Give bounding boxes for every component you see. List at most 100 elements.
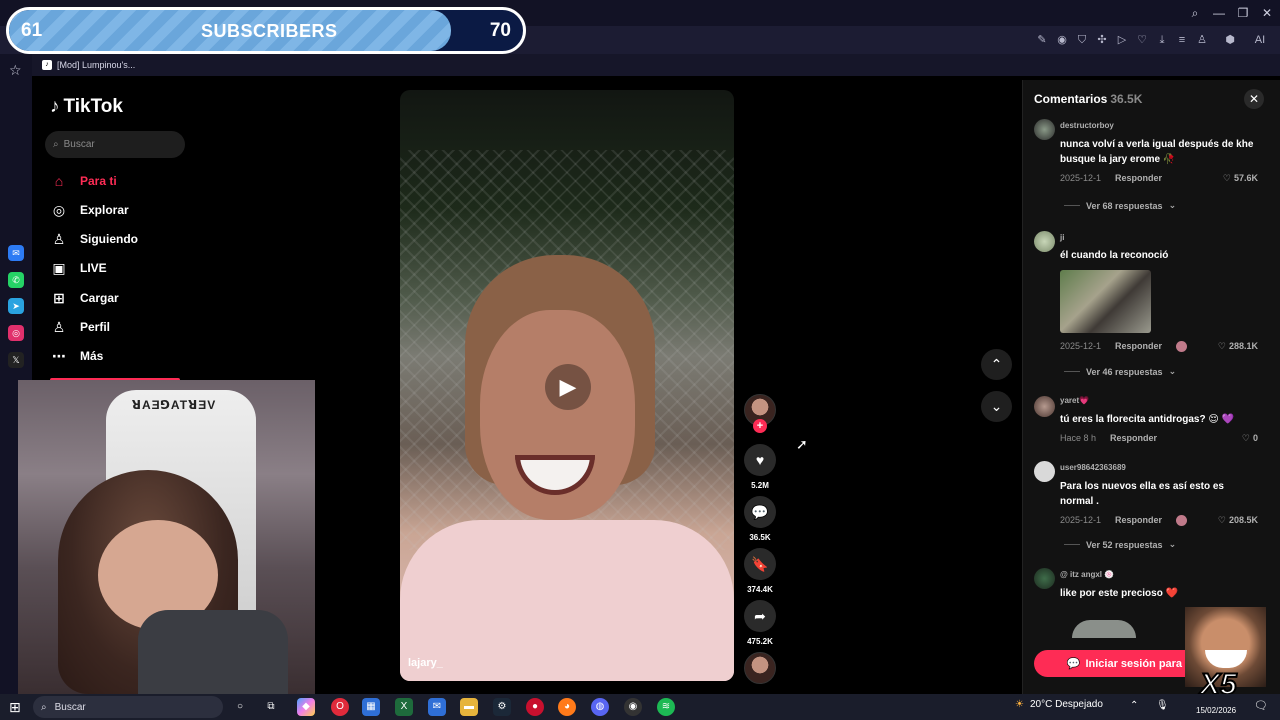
nav-item-explorar[interactable]: ◎ Explorar [50,199,129,221]
play-toolbar-icon[interactable]: ▷ [1113,32,1131,48]
account-icon[interactable]: ♙ [1193,32,1211,48]
reply-button[interactable]: Responder [1115,341,1162,352]
telegram-icon[interactable]: ➤ [8,298,24,314]
nav-item-m-s[interactable]: ⋯ Más [50,345,103,367]
menu-icon[interactable]: ≡ [1173,32,1191,48]
heart-icon: ♥ [755,452,765,468]
reply-button[interactable]: Responder [1110,433,1157,443]
nav-item-para-ti[interactable]: ⌂ Para ti [50,170,117,192]
nav-item-live[interactable]: ▣ LIVE [50,257,107,279]
webcam-overlay: ꓤAƎꓨATꓤƎV [18,380,315,694]
reply-button[interactable]: Responder [1115,515,1162,526]
previous-video-button[interactable]: ⌃ [981,349,1012,380]
comment-image[interactable] [1060,270,1151,333]
like-button[interactable]: ♥ [744,444,776,476]
ai-button[interactable]: AI [1247,32,1273,48]
edit-icon[interactable]: ✎ [1033,32,1051,48]
comment-username[interactable]: @ itz angxl 🍥 [1060,570,1114,579]
comment-like-button[interactable]: ♡ 57.6K [1223,173,1258,184]
whatsapp-icon[interactable]: ✆ [8,272,24,288]
close-comments-button[interactable]: ✕ [1244,89,1264,109]
spotify-icon[interactable]: ≋ [657,698,675,716]
windows-start-icon[interactable]: ⊞ [9,699,21,716]
extension-icon[interactable]: ✣ [1093,32,1111,48]
messenger-icon[interactable]: ✉ [8,245,24,261]
nav-item-siguiendo[interactable]: ♙ Siguiendo [50,228,138,250]
view-replies-button[interactable]: Ver 46 respuestas ⌄ [1064,366,1176,377]
x-icon[interactable]: 𝕏 [8,352,24,368]
mail-icon[interactable]: ✉ [428,698,446,716]
nav-item-label: Siguiendo [80,232,138,246]
comment-button[interactable]: 💬 [744,496,776,528]
microphone-icon[interactable]: 🎙 [1156,700,1169,711]
download-icon[interactable]: ⤓ [1153,32,1171,48]
login-label: Iniciar sesión para c [1085,657,1192,670]
view-replies-button[interactable]: Ver 68 respuestas ⌄ [1064,200,1176,211]
discord-icon[interactable]: ◍ [591,698,609,716]
opera-gx-icon[interactable]: O [331,698,349,716]
nav-item-cargar[interactable]: ⊞ Cargar [50,287,119,309]
restore-button[interactable]: ❐ [1231,4,1255,22]
riot-icon[interactable]: ● [526,698,544,716]
music-disc-avatar[interactable] [744,652,776,684]
commenter-avatar[interactable] [1034,568,1055,589]
camera-icon[interactable]: ◉ [1053,32,1071,48]
store-icon[interactable]: ▦ [362,698,380,716]
commenter-avatar[interactable] [1034,231,1055,252]
comment-bubble-icon: 💬 [1066,658,1081,670]
instagram-icon[interactable]: ◎ [8,325,24,341]
taskbar-search-input[interactable]: ⌕ Buscar [33,696,223,718]
nav-item-perfil[interactable]: ♙ Perfil [50,316,110,338]
firefox-icon[interactable]: ◕ [558,698,576,716]
share-count: 475.2K [747,637,773,646]
play-icon: ▶ [559,374,577,399]
task-view-icon[interactable]: ⧉ [262,698,280,716]
bookmarks-bar [32,54,1280,76]
ai-button-label: AI [1254,34,1266,46]
replies-divider [1064,544,1080,545]
search-icon: ⌕ [53,139,59,150]
search-input[interactable]: ⌕ Buscar [45,131,185,158]
follow-plus-icon[interactable]: + [753,419,767,433]
play-button[interactable]: ▶ [545,364,591,410]
comment-like-button[interactable]: ♡ 208.5K [1218,515,1258,526]
reply-button[interactable]: Responder [1115,173,1162,183]
cube-icon[interactable]: ⬢ [1221,32,1239,48]
heart-outline-icon: ♡ [1217,341,1226,351]
comment-username[interactable]: user98642363689 [1060,463,1126,472]
next-video-button[interactable]: ⌄ [981,391,1012,422]
commenter-avatar[interactable] [1034,119,1055,140]
heart-toolbar-icon[interactable]: ♡ [1133,32,1151,48]
tiktok-logo[interactable]: ♪ TikTok [50,96,123,118]
comment-username[interactable]: destructorboy [1060,121,1114,130]
video-author[interactable]: lajary_ [408,657,443,669]
browser-search-icon[interactable]: ⌕ [1183,4,1207,22]
commenter-avatar[interactable] [1034,396,1055,417]
comment-username[interactable]: yaret💗 [1060,396,1089,405]
close-window-button[interactable]: ✕ [1255,4,1279,22]
minimize-button[interactable]: — [1207,4,1231,22]
cortana-icon[interactable]: ○ [231,698,249,716]
bookmark-item[interactable]: ♪ [Mod] Lumpinou's... [42,57,135,73]
shield-icon[interactable]: ⛉ [1073,32,1091,48]
notification-icon[interactable]: 🗨 [1254,699,1268,712]
obs-icon[interactable]: ◉ [624,698,642,716]
file-explorer-icon[interactable]: ▬ [460,698,478,716]
tray-chevron-icon[interactable]: ⌃ [1130,700,1138,711]
star-icon[interactable]: ☆ [9,62,22,79]
video-person-shirt [400,520,734,681]
comment-like-button[interactable]: ♡ 288.1K [1218,341,1258,352]
share-button[interactable]: ➦ [744,600,776,632]
steam-icon[interactable]: ⚙ [493,698,511,716]
replies-divider [1064,205,1080,206]
comment-username[interactable]: ji [1060,233,1064,242]
save-button[interactable]: 🔖 [744,548,776,580]
comment-like-button[interactable]: ♡ 0 [1242,433,1258,444]
commenter-avatar[interactable] [1034,461,1055,482]
nav-item-label: LIVE [80,261,107,275]
copilot-icon[interactable]: ◆ [297,698,315,716]
weather-widget[interactable]: ☀ 20°C Despejado [1015,699,1103,710]
xbox-icon[interactable]: X [395,698,413,716]
comment-like-count: 57.6K [1233,173,1258,183]
view-replies-button[interactable]: Ver 52 respuestas ⌄ [1064,539,1176,550]
